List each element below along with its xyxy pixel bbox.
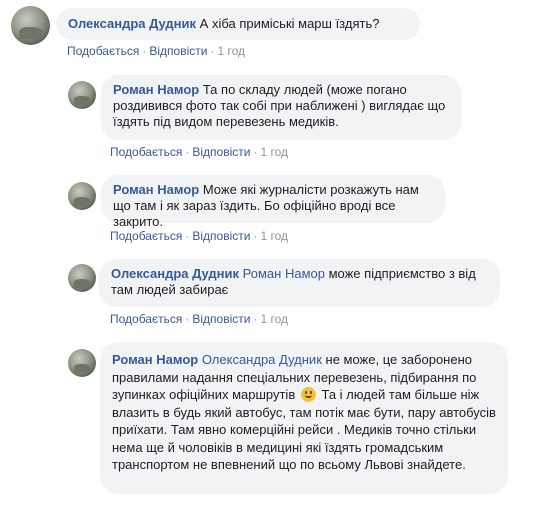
comment-bubble: Роман Намор Може які журналісти розкажут… — [101, 175, 445, 229]
comment-author[interactable]: Роман Намор — [113, 182, 199, 197]
comment-bubble: Олександра Дудник А хіба приміські марш … — [56, 8, 420, 40]
reply-link[interactable]: Відповісти — [192, 229, 250, 243]
comment-author[interactable]: Олександра Дудник — [111, 266, 239, 281]
comment-actions: Подобається · Відповісти · 1 год — [67, 44, 245, 58]
comment-author[interactable]: Роман Намор — [112, 352, 198, 367]
reply-link[interactable]: Відповісти — [149, 44, 207, 58]
comment-text: А хіба приміські марш їздять? — [199, 16, 380, 31]
comment-actions: Подобається · Відповісти · 1 год — [110, 145, 288, 159]
like-link[interactable]: Подобається — [110, 312, 182, 326]
comment-actions: Подобається · Відповісти · 1 год — [110, 229, 288, 243]
avatar[interactable] — [68, 349, 96, 377]
reply-link[interactable]: Відповісти — [192, 312, 250, 326]
comment-actions: Подобається · Відповісти · 1 год — [110, 312, 288, 326]
mention-link[interactable]: Роман Намор — [243, 266, 325, 281]
reply-link[interactable]: Відповісти — [192, 145, 250, 159]
avatar[interactable] — [68, 264, 96, 292]
mention-link[interactable]: Олександра Дудник — [202, 352, 322, 367]
like-link[interactable]: Подобається — [110, 229, 182, 243]
smile-emoji-icon — [300, 387, 316, 402]
avatar[interactable] — [68, 182, 96, 210]
like-link[interactable]: Подобається — [67, 44, 139, 58]
comment-author[interactable]: Олександра Дудник — [68, 16, 196, 31]
comment-bubble: Роман Намор Та по складу людей (може пог… — [101, 75, 461, 140]
comment-time[interactable]: 1 год — [217, 44, 245, 58]
comment-time[interactable]: 1 год — [260, 312, 288, 326]
comment-bubble: Олександра Дудник Роман Намор може підпр… — [99, 259, 500, 307]
comment-bubble: Роман Намор Олександра Дудник не може, ц… — [100, 342, 508, 494]
comment-time[interactable]: 1 год — [260, 145, 288, 159]
comment-author[interactable]: Роман Намор — [113, 82, 199, 97]
avatar[interactable] — [68, 81, 96, 109]
like-link[interactable]: Подобається — [110, 145, 182, 159]
avatar[interactable] — [11, 6, 50, 45]
comment-time[interactable]: 1 год — [260, 229, 288, 243]
